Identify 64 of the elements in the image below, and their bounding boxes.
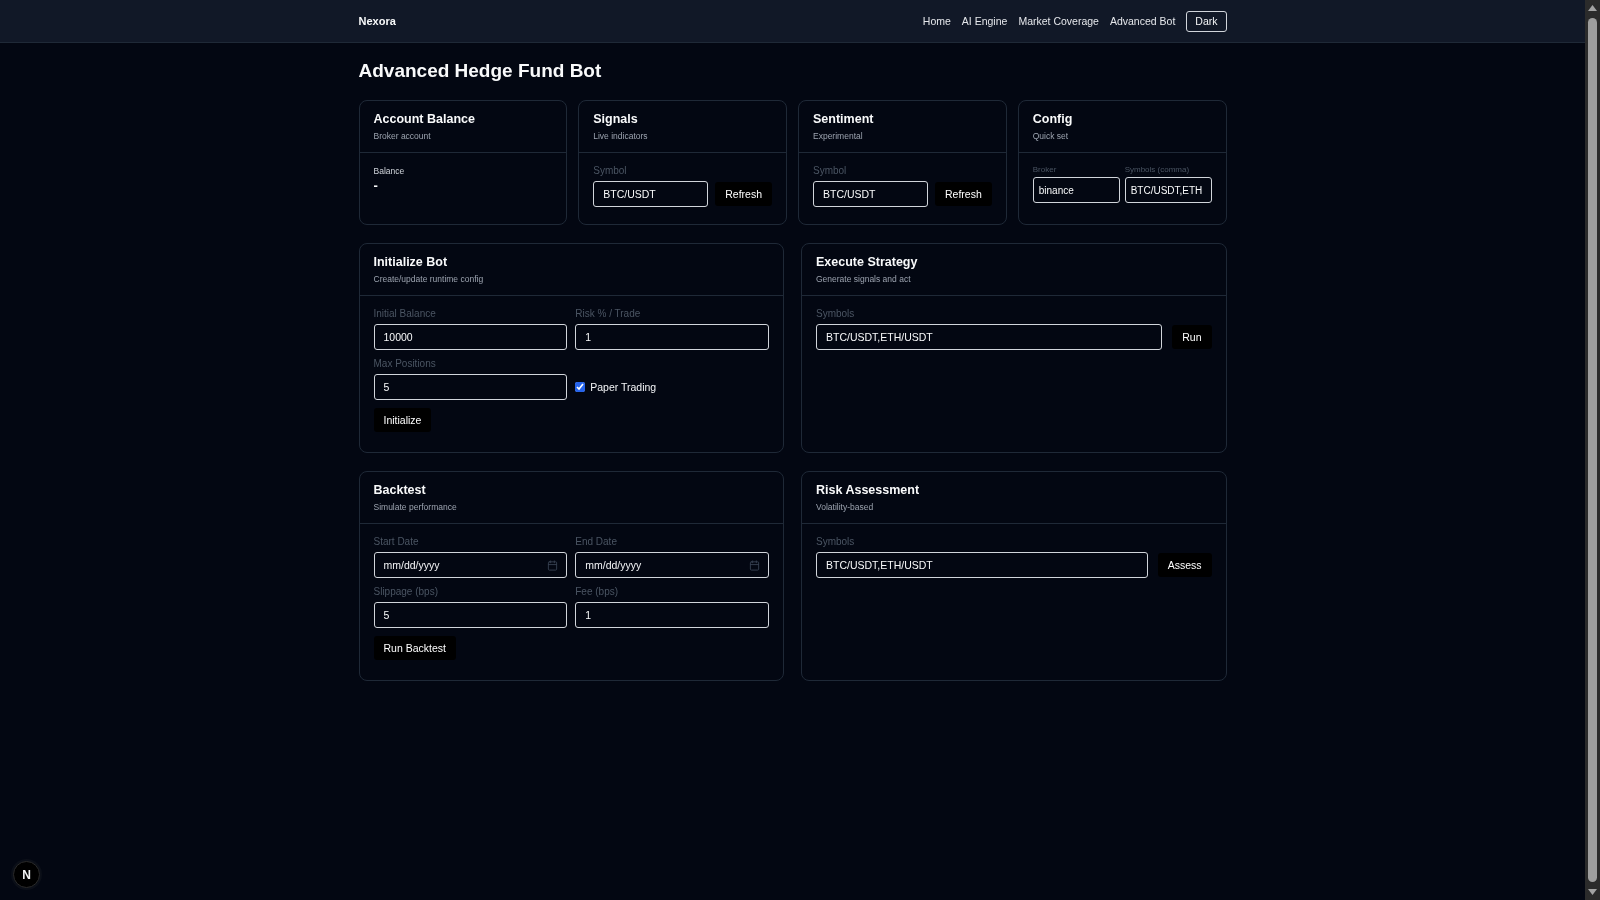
card-subtitle: Experimental [813,131,863,142]
text-input[interactable]: BTC/USDT,ETH [1124,177,1212,203]
date-input[interactable]: mm/dd/yyyy [373,552,568,578]
text-input[interactable]: 5 [373,602,568,628]
text-input[interactable]: 1 [575,324,769,350]
card-subtitle: Simulate performance [373,502,457,513]
field-label: Symbols [816,536,856,548]
card-title: Risk Assessment [816,483,920,497]
card-subtitle: Quick set [1032,131,1069,142]
symbols-input[interactable]: BTC/USDT,ETH/USDT [816,552,1148,578]
action-button[interactable]: Assess [1157,553,1212,577]
nav-link[interactable]: Home [922,15,951,27]
card-title: Execute Strategy [816,255,918,269]
card-subtitle: Live indicators [593,131,648,142]
field-label: Broker [1032,165,1058,175]
page-title: Advanced Hedge Fund Bot [358,60,603,82]
up-arrow-icon[interactable] [1588,5,1597,11]
card-subtitle: Volatility-based [816,502,874,513]
submit-button[interactable]: Initialize [373,408,432,432]
scrollbar[interactable] [1585,0,1600,900]
nav-link[interactable]: AI Engine [961,15,1008,27]
nav-link[interactable]: Market Coverage [1018,15,1099,27]
theme-toggle-button[interactable]: Dark [1186,10,1227,32]
field-label: Fee (bps) [575,586,620,598]
logo-button[interactable]: N [13,861,40,888]
field-label: Max Positions [373,358,437,370]
balance-value: - [373,179,379,193]
card-subtitle: Generate signals and act [816,274,911,285]
symbols-input[interactable]: BTC/USDT,ETH/USDT [816,324,1163,350]
card-title: Initialize Bot [373,255,448,269]
submit-button[interactable]: Run Backtest [373,636,456,660]
text-input[interactable]: 1 [575,602,769,628]
date-input[interactable]: mm/dd/yyyy [575,552,769,578]
field-label: Initial Balance [373,308,437,320]
card-subtitle: Create/update runtime config [373,274,484,285]
refresh-button[interactable]: Refresh [715,182,772,206]
field-label: End Date [575,536,618,548]
card-title: Config [1032,112,1073,126]
text-input[interactable]: 5 [373,374,568,400]
field-label: Symbols (comma) [1124,165,1191,175]
field-label: Risk % / Trade [575,308,642,320]
field-label: Symbol [593,165,628,177]
brand-name: Nexora [358,15,396,27]
text-input[interactable]: binance [1032,177,1120,203]
checkbox[interactable] [575,382,586,392]
text-input[interactable]: 10000 [373,324,568,350]
checkbox-label: Paper Trading [590,381,657,393]
symbol-input[interactable]: BTC/USDT [593,181,709,207]
card-title: Backtest [373,483,426,497]
down-arrow-icon[interactable] [1588,889,1597,895]
card-subtitle: Broker account [373,131,431,142]
refresh-button[interactable]: Refresh [935,182,992,206]
symbol-input[interactable]: BTC/USDT [813,181,928,207]
field-label: Slippage (bps) [373,586,439,598]
card-title: Sentiment [813,112,874,126]
field-label: Symbols [816,308,856,320]
field-label: Symbol [813,165,848,177]
action-button[interactable]: Run [1172,325,1212,349]
field-label: Start Date [373,536,420,548]
field-label: Balance [373,165,406,177]
card-title: Signals [593,112,638,126]
nav-link[interactable]: Advanced Bot [1109,15,1176,27]
scrollbar-thumb[interactable] [1588,18,1597,882]
card-title: Account Balance [373,112,475,126]
